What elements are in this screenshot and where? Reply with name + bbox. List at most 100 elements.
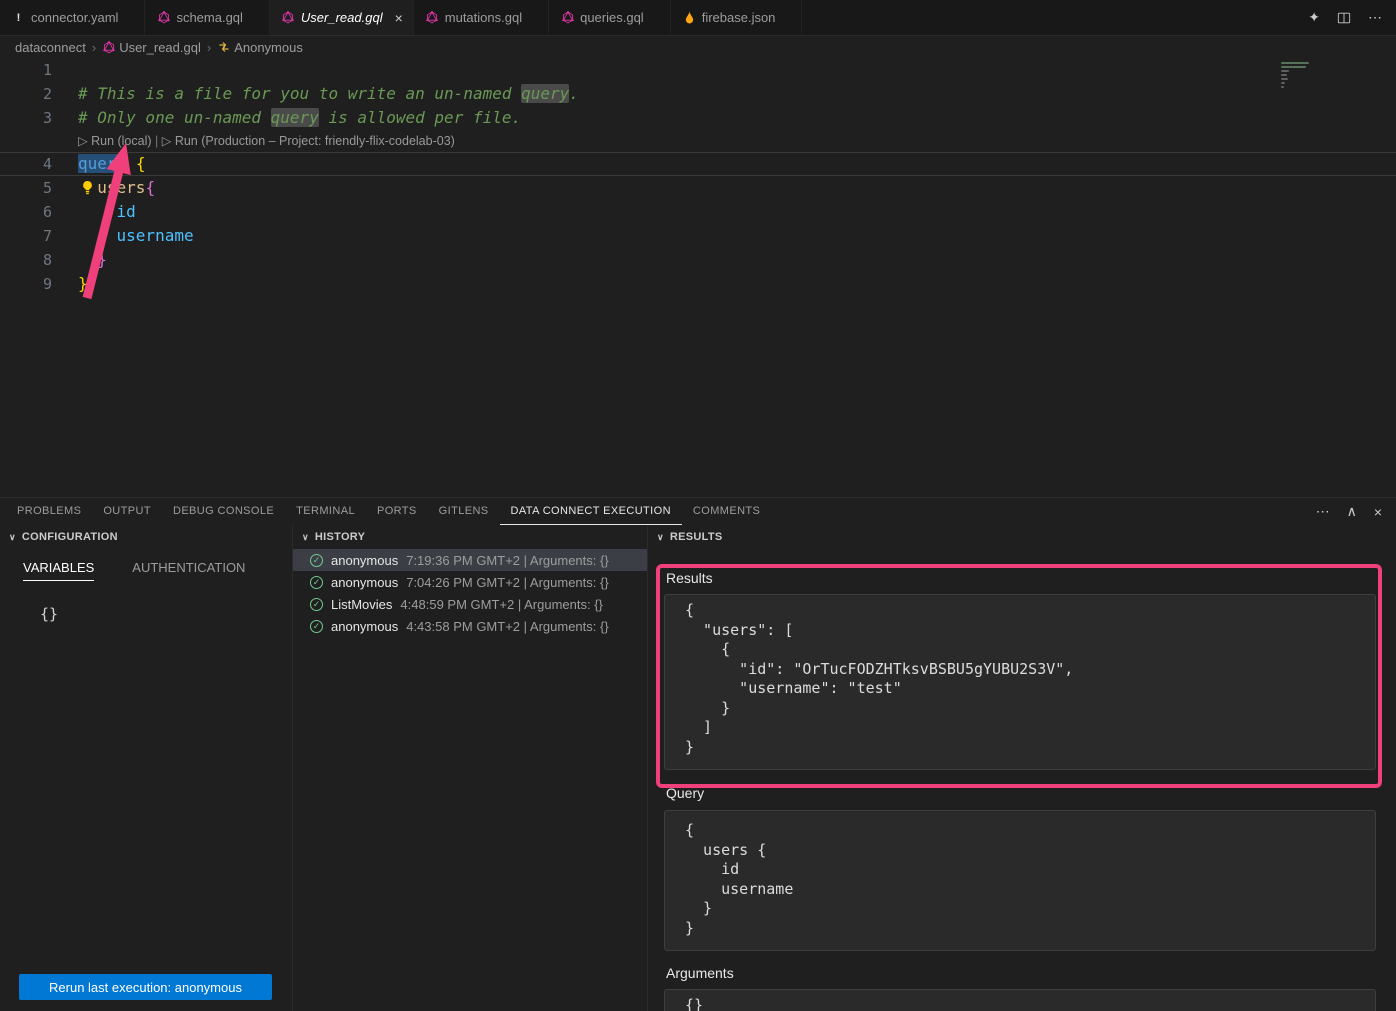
- minimap-line: [1281, 74, 1287, 76]
- configuration-title: CONFIGURATION: [22, 531, 118, 543]
- breadcrumb-label: Anonymous: [234, 40, 303, 55]
- copilot-sparkle-icon[interactable]: ✦: [1308, 9, 1320, 26]
- line-number: 2: [0, 82, 52, 106]
- panel-tab-output[interactable]: OUTPUT: [92, 498, 162, 525]
- code-token: {: [145, 178, 155, 197]
- success-check-icon: ✓: [310, 598, 323, 611]
- code-token: {: [136, 154, 146, 173]
- line-number: 8: [0, 248, 52, 272]
- chevron-down-icon: ∨: [9, 532, 16, 543]
- panel-more-icon[interactable]: ⋯: [1316, 503, 1330, 520]
- panel-tab-comments[interactable]: COMMENTS: [682, 498, 771, 525]
- history-operation-name: anonymous: [331, 619, 398, 634]
- code-text: # This is a file for you to write an un-…: [78, 82, 579, 106]
- minimap-line: [1281, 78, 1288, 80]
- tab-schema-gql[interactable]: schema.gql: [145, 0, 269, 35]
- tab-label: firebase.json: [702, 10, 776, 25]
- line-number: 5: [0, 176, 52, 200]
- tab-firebase-json[interactable]: firebase.json: [671, 0, 803, 35]
- panel-close-icon[interactable]: ×: [1374, 504, 1382, 520]
- code-editor[interactable]: 12 # This is a file for you to write an u…: [0, 58, 1396, 497]
- results-section: ∨ RESULTS Results { "users": [ { "id": "…: [648, 525, 1396, 1011]
- minimap-line: [1281, 62, 1309, 64]
- tab-authentication[interactable]: AUTHENTICATION: [132, 560, 245, 581]
- codelens-link[interactable]: ▷ Run (Production – Project: friendly-fl…: [162, 130, 455, 152]
- code-line-4: 4 query {: [0, 152, 1396, 176]
- panel-tab-bar: PROBLEMSOUTPUTDEBUG CONSOLETERMINALPORTS…: [0, 498, 1396, 525]
- line-number: 9: [0, 272, 52, 296]
- history-details: 7:19:36 PM GMT+2 | Arguments: {}: [406, 553, 608, 568]
- line-number: 1: [0, 58, 52, 82]
- code-token: query: [271, 108, 319, 127]
- graphql-icon: [561, 11, 574, 24]
- code-token: [78, 226, 117, 245]
- code-token: [78, 202, 117, 221]
- history-item[interactable]: ✓ anonymous 7:19:36 PM GMT+2 | Arguments: …: [293, 549, 647, 571]
- history-details: 7:04:26 PM GMT+2 | Arguments: {}: [406, 575, 608, 590]
- success-check-icon: ✓: [310, 554, 323, 567]
- history-header[interactable]: ∨ HISTORY: [293, 525, 647, 549]
- breadcrumb-item-anonymous[interactable]: Anonymous: [217, 40, 303, 55]
- code-text: id: [78, 200, 136, 224]
- line-number: 3: [0, 106, 52, 130]
- panel-tab-terminal[interactable]: TERMINAL: [285, 498, 366, 525]
- line-number: 4: [0, 153, 52, 175]
- panel-tab-gitlens[interactable]: GITLENS: [428, 498, 500, 525]
- rerun-button[interactable]: Rerun last execution: anonymous: [19, 974, 272, 1000]
- history-item[interactable]: ✓anonymous4:43:58 PM GMT+2 | Arguments: …: [293, 615, 647, 637]
- history-item[interactable]: ✓anonymous7:04:26 PM GMT+2 | Arguments: …: [293, 571, 647, 593]
- code-token: query: [78, 154, 126, 173]
- lightbulb-icon[interactable]: [81, 180, 94, 199]
- code-line-1: 1: [0, 58, 1396, 82]
- codelens-separator: |: [152, 130, 162, 152]
- arguments-text: {}: [685, 996, 1375, 1011]
- panel-tab-data-connect-execution[interactable]: DATA CONNECT EXECUTION: [500, 498, 682, 525]
- configuration-section: ∨ CONFIGURATION VARIABLES AUTHENTICATION…: [0, 525, 293, 1011]
- code-line-8: 8 }: [0, 248, 1396, 272]
- code-token: # This is a file for you to write an un-…: [78, 84, 521, 103]
- tab-mutations-gql[interactable]: mutations.gql: [414, 0, 549, 35]
- minimap-line: [1281, 82, 1285, 84]
- firebase-icon: [683, 11, 696, 24]
- arguments-label: Arguments: [666, 965, 734, 981]
- panel-maximize-icon[interactable]: ∧: [1347, 503, 1357, 520]
- minimap-line: [1281, 70, 1289, 72]
- code-lines: 12 # This is a file for you to write an u…: [0, 58, 1396, 296]
- graphql-icon: [282, 11, 295, 24]
- minimap[interactable]: [1281, 62, 1321, 88]
- bottom-panel: PROBLEMSOUTPUTDEBUG CONSOLETERMINALPORTS…: [0, 497, 1396, 1010]
- history-item[interactable]: ✓ListMovies4:48:59 PM GMT+2 | Arguments:…: [293, 593, 647, 615]
- code-line-3: 3 # Only one un-named query is allowed pe…: [0, 106, 1396, 130]
- code-token: .: [569, 84, 579, 103]
- history-operation-name: ListMovies: [331, 597, 392, 612]
- breadcrumb-item-user-read-gql[interactable]: User_read.gql: [102, 40, 201, 55]
- variables-value[interactable]: {}: [40, 605, 292, 623]
- configuration-header[interactable]: ∨ CONFIGURATION: [0, 525, 292, 549]
- success-check-icon: ✓: [310, 576, 323, 589]
- panel-tab-ports[interactable]: PORTS: [366, 498, 428, 525]
- codelens-link[interactable]: ▷ Run (local): [78, 130, 152, 152]
- vscode-window: !connector.yamlschema.gqlUser_read.gql×m…: [0, 0, 1396, 1010]
- panel-tab-debug-console[interactable]: DEBUG CONSOLE: [162, 498, 285, 525]
- line-number: 7: [0, 224, 52, 248]
- more-actions-icon[interactable]: ⋯: [1368, 9, 1382, 26]
- code-text: # Only one un-named query is allowed per…: [78, 106, 521, 130]
- breadcrumb-item-dataconnect[interactable]: dataconnect: [15, 40, 86, 55]
- code-token: id: [117, 202, 136, 221]
- panel-actions: ⋯ ∧ ×: [1316, 498, 1396, 525]
- history-list: ✓ anonymous 7:19:36 PM GMT+2 | Arguments: …: [293, 549, 647, 637]
- tab-queries-gql[interactable]: queries.gql: [549, 0, 671, 35]
- split-editor-icon[interactable]: [1337, 11, 1351, 25]
- graphql-icon: [426, 11, 439, 24]
- chevron-down-icon: ∨: [657, 532, 664, 543]
- results-header[interactable]: ∨ RESULTS: [648, 525, 1396, 549]
- close-tab-icon[interactable]: ×: [395, 10, 403, 26]
- tab-user-read-gql[interactable]: User_read.gql×: [270, 0, 414, 35]
- tab-connector-yaml[interactable]: !connector.yaml: [0, 0, 145, 35]
- history-operation-name: anonymous: [331, 553, 398, 568]
- tab-variables[interactable]: VARIABLES: [23, 560, 94, 581]
- panel-tab-problems[interactable]: PROBLEMS: [6, 498, 92, 525]
- code-text: }: [78, 272, 88, 296]
- line-number: 6: [0, 200, 52, 224]
- code-text: query {: [78, 153, 145, 175]
